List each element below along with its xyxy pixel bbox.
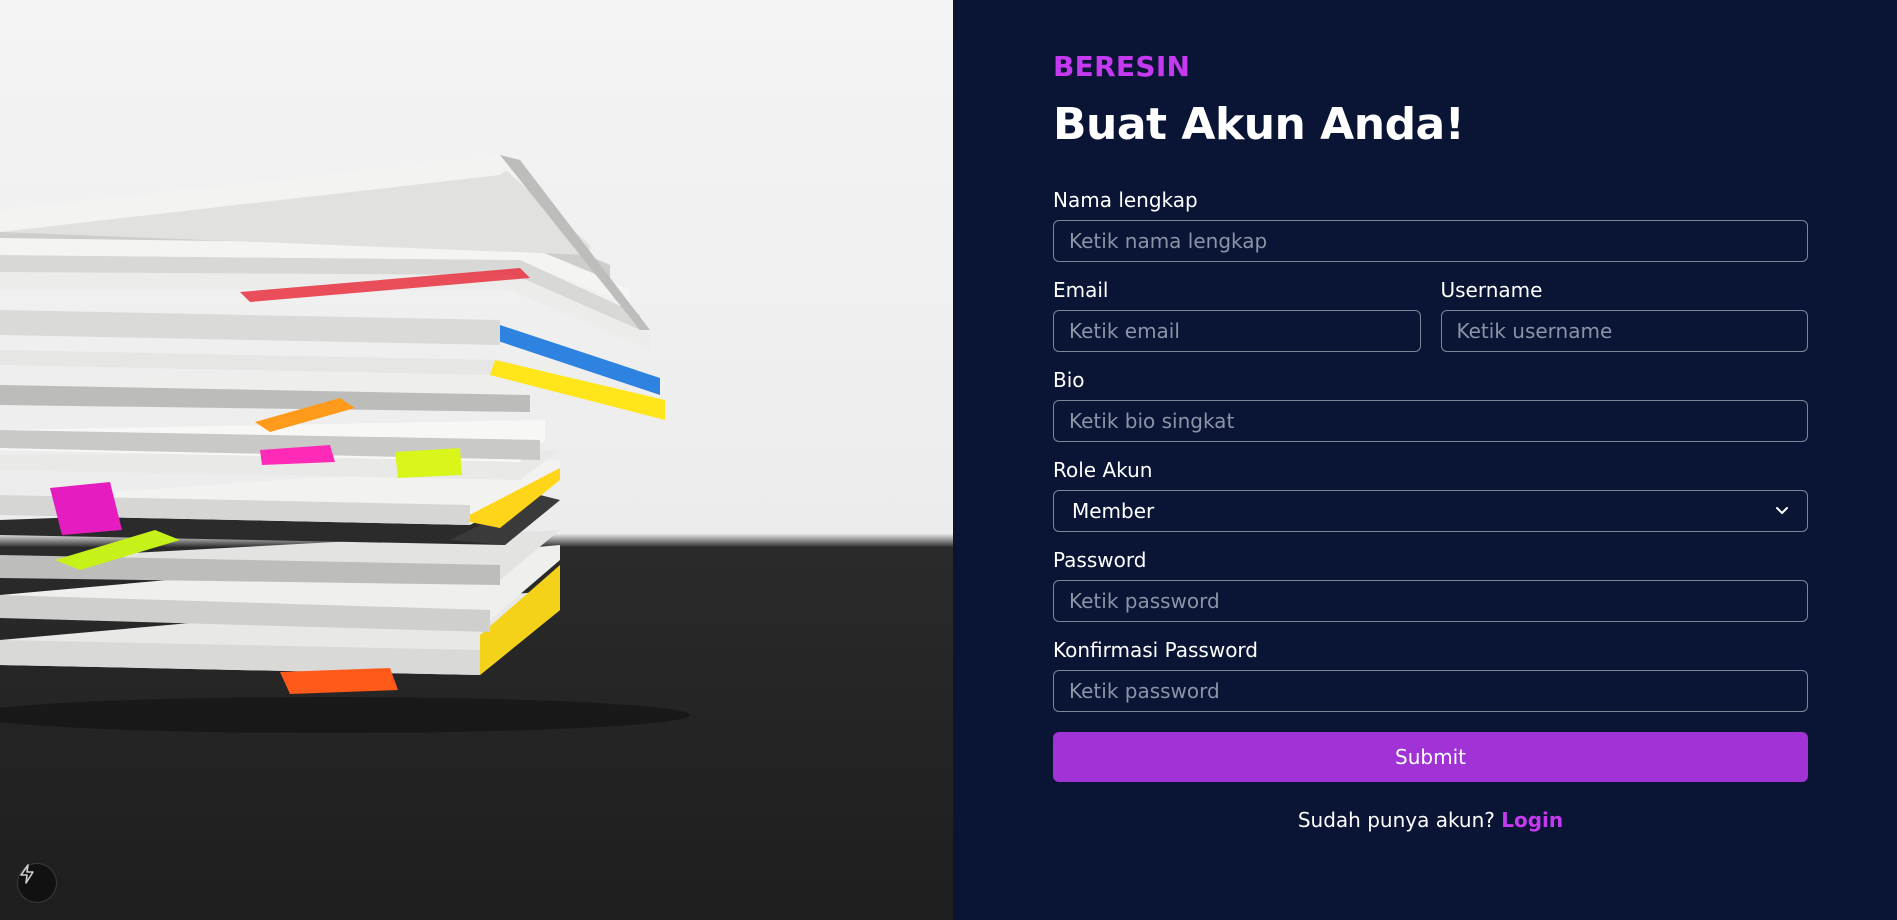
page-title: Buat Akun Anda!	[1053, 99, 1465, 150]
email-label: Email	[1053, 278, 1109, 302]
username-label: Username	[1440, 278, 1543, 302]
submit-button[interactable]: Submit	[1053, 732, 1808, 782]
login-prompt: Sudah punya akun? Login	[1053, 808, 1808, 832]
bio-label: Bio	[1053, 368, 1085, 392]
email-field-group: Email	[1053, 278, 1421, 352]
login-link[interactable]: Login	[1501, 808, 1563, 832]
password-input[interactable]	[1053, 580, 1808, 622]
brand-logo: BERESIN	[1053, 50, 1191, 83]
confirm-password-input[interactable]	[1053, 670, 1808, 712]
role-field-group: Role Akun Member	[1053, 458, 1808, 532]
password-label: Password	[1053, 548, 1147, 572]
hero-image	[0, 0, 953, 920]
fullname-input[interactable]	[1053, 220, 1808, 262]
username-input[interactable]	[1440, 310, 1808, 352]
bio-field-group: Bio	[1053, 368, 1808, 442]
fullname-label: Nama lengkap	[1053, 188, 1198, 212]
fullname-field-group: Nama lengkap	[1053, 188, 1808, 262]
role-select[interactable]: Member	[1053, 490, 1808, 532]
signup-page: BERESIN Buat Akun Anda! Nama lengkap Ema…	[0, 0, 1897, 920]
confirm-password-label: Konfirmasi Password	[1053, 638, 1258, 662]
role-label: Role Akun	[1053, 458, 1153, 482]
email-input[interactable]	[1053, 310, 1421, 352]
bio-input[interactable]	[1053, 400, 1808, 442]
password-field-group: Password	[1053, 548, 1808, 622]
email-username-row: Email Username	[1053, 278, 1808, 352]
confirm-password-field-group: Konfirmasi Password	[1053, 638, 1808, 712]
signup-panel: BERESIN Buat Akun Anda! Nama lengkap Ema…	[953, 0, 1897, 920]
username-field-group: Username	[1440, 278, 1808, 352]
lightning-glyph	[20, 864, 34, 884]
lightning-icon[interactable]	[17, 863, 57, 903]
chevron-down-icon	[1776, 507, 1788, 514]
signup-form: BERESIN Buat Akun Anda! Nama lengkap Ema…	[1053, 50, 1808, 832]
magazine-stack-illustration	[0, 155, 690, 733]
role-select-value: Member	[1072, 499, 1155, 523]
login-prompt-text: Sudah punya akun?	[1297, 808, 1495, 832]
